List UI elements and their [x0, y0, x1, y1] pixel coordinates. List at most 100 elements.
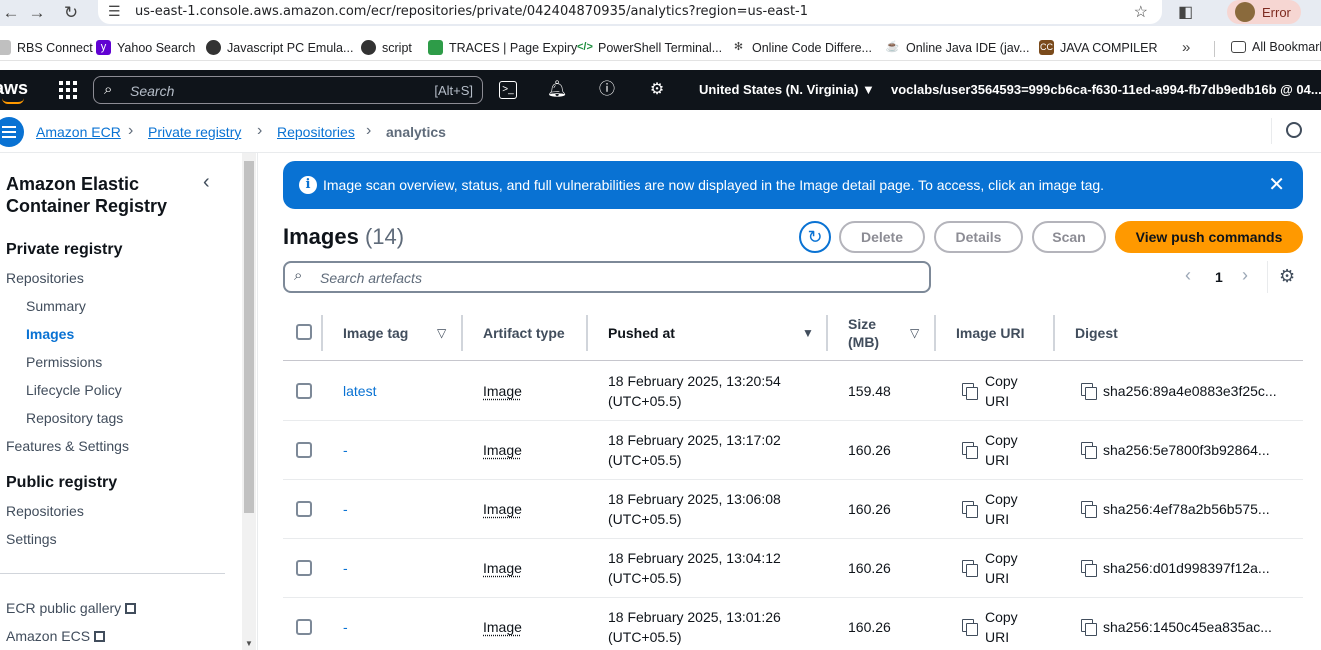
table-row: - Image 18 February 2025, 13:04:12 (UTC+0…: [283, 539, 1303, 598]
page-number[interactable]: 1: [1215, 269, 1223, 285]
copy-icon[interactable]: [962, 501, 978, 518]
settings-gear-icon[interactable]: ⚙: [646, 79, 668, 101]
bookmark-code-diff[interactable]: ✻ Online Code Differe...: [731, 40, 872, 55]
avatar: [1235, 2, 1255, 22]
pushed-at: 18 February 2025, 13:01:26 (UTC+05.5): [608, 609, 781, 645]
image-tag-link[interactable]: -: [343, 560, 348, 576]
sidebar-link-amazon-ecs[interactable]: Amazon ECS: [6, 628, 106, 644]
collapse-sidebar-icon[interactable]: ‹: [203, 171, 210, 194]
bookmark-java-compiler[interactable]: CC JAVA COMPILER: [1039, 40, 1157, 55]
column-artifact-type[interactable]: Artifact type: [483, 305, 565, 361]
bookmark-js-emulator[interactable]: Javascript PC Emula...: [206, 40, 353, 55]
sidebar-scrollbar[interactable]: ▼: [242, 153, 256, 650]
image-tag-link[interactable]: -: [343, 619, 348, 635]
close-icon[interactable]: ✕: [1268, 172, 1285, 197]
info-panel-icon[interactable]: [1286, 122, 1302, 138]
search-artefacts-input[interactable]: ⌕ Search artefacts: [283, 261, 931, 293]
image-tag-link[interactable]: latest: [343, 383, 376, 399]
bookmark-script[interactable]: script: [361, 40, 412, 55]
column-image-tag[interactable]: Image tag: [343, 305, 408, 361]
sidebar-item-public-settings[interactable]: Settings: [6, 531, 57, 547]
scrollbar-thumb[interactable]: [244, 161, 254, 513]
breadcrumb-repositories[interactable]: Repositories: [277, 124, 355, 140]
copy-icon[interactable]: [1081, 383, 1097, 400]
sort-icon[interactable]: ▽: [437, 326, 446, 340]
delete-button[interactable]: Delete: [839, 221, 925, 253]
sidebar-item-images[interactable]: Images: [26, 326, 74, 342]
sort-icon[interactable]: ▽: [910, 326, 919, 340]
copy-icon[interactable]: [1081, 619, 1097, 636]
chevron-left-icon[interactable]: ‹: [1185, 265, 1191, 286]
copy-icon[interactable]: [962, 383, 978, 400]
sidebar-item-public-repositories[interactable]: Repositories: [6, 503, 84, 519]
cloudshell-icon[interactable]: >_: [499, 81, 517, 99]
aws-logo[interactable]: aws: [0, 78, 34, 104]
reload-icon[interactable]: ↻: [60, 2, 82, 24]
profile-button[interactable]: Error: [1227, 0, 1301, 24]
services-grid-icon[interactable]: [59, 81, 77, 99]
search-icon: ⌕: [294, 267, 303, 284]
bookmark-java-ide[interactable]: ☕ Online Java IDE (jav...: [885, 40, 1029, 55]
copy-icon[interactable]: [1081, 560, 1097, 577]
flash-message: Image scan overview, status, and full vu…: [323, 177, 1105, 193]
sidebar-item-lifecycle-policy[interactable]: Lifecycle Policy: [26, 382, 122, 398]
copy-icon[interactable]: [962, 619, 978, 636]
code-icon: </>: [577, 40, 593, 55]
forward-arrow-icon[interactable]: →: [26, 2, 48, 24]
row-checkbox[interactable]: [296, 383, 312, 399]
breadcrumb-private-registry[interactable]: Private registry: [148, 124, 241, 140]
image-tag-link[interactable]: -: [343, 501, 348, 517]
breadcrumb-amazon-ecr[interactable]: Amazon ECR: [36, 124, 121, 140]
address-bar[interactable]: ☰ us-east-1.console.aws.amazon.com/ecr/r…: [98, 0, 1162, 24]
image-tag-link[interactable]: -: [343, 442, 348, 458]
row-checkbox[interactable]: [296, 619, 312, 635]
refresh-icon[interactable]: ↻: [799, 221, 831, 253]
bookmark-rbs[interactable]: RBS Connect: [0, 40, 93, 55]
select-all-checkbox[interactable]: [296, 324, 312, 340]
site-info-icon[interactable]: ☰: [108, 3, 121, 20]
copy-uri-button[interactable]: Copy URI: [985, 548, 1018, 588]
column-size[interactable]: Size (MB): [848, 305, 898, 361]
bookmark-yahoo[interactable]: y Yahoo Search: [96, 40, 195, 55]
back-arrow-icon[interactable]: ←: [0, 2, 22, 24]
scan-button[interactable]: Scan: [1032, 221, 1106, 253]
help-icon[interactable]: ⓘ: [596, 79, 618, 101]
sort-descending-icon[interactable]: ▼: [802, 326, 814, 340]
sidebar-item-repositories[interactable]: Repositories: [6, 270, 84, 286]
account-menu[interactable]: voclabs/user3564593=999cb6ca-f630-11ed-a…: [891, 82, 1321, 97]
region-selector[interactable]: United States (N. Virginia) ▼: [699, 82, 875, 97]
chevron-right-icon[interactable]: ›: [1242, 265, 1248, 286]
url-text[interactable]: us-east-1.console.aws.amazon.com/ecr/rep…: [135, 4, 808, 19]
sidebar-item-features-settings[interactable]: Features & Settings: [6, 438, 129, 454]
bookmarks-more-icon[interactable]: »: [1182, 39, 1190, 56]
row-checkbox[interactable]: [296, 501, 312, 517]
extensions-icon[interactable]: ◧: [1178, 2, 1193, 22]
copy-uri-button[interactable]: Copy URI: [985, 430, 1018, 470]
copy-icon[interactable]: [962, 442, 978, 459]
bookmark-powershell[interactable]: </> PowerShell Terminal...: [577, 40, 722, 55]
menu-toggle-icon[interactable]: [0, 117, 24, 147]
copy-uri-button[interactable]: Copy URI: [985, 607, 1018, 647]
copy-icon[interactable]: [962, 560, 978, 577]
row-checkbox[interactable]: [296, 560, 312, 576]
view-push-commands-button[interactable]: View push commands: [1115, 221, 1303, 253]
details-button[interactable]: Details: [934, 221, 1023, 253]
image-digest: sha256:1450c45ea835ac...: [1103, 619, 1272, 635]
all-bookmarks[interactable]: All Bookmarks: [1231, 40, 1321, 54]
copy-icon[interactable]: [1081, 442, 1097, 459]
row-checkbox[interactable]: [296, 442, 312, 458]
scroll-down-icon[interactable]: ▼: [245, 639, 253, 648]
copy-uri-button[interactable]: Copy URI: [985, 489, 1018, 529]
sidebar-item-summary[interactable]: Summary: [26, 298, 86, 314]
aws-search-input[interactable]: ⌕ Search [Alt+S]: [93, 76, 483, 104]
column-pushed-at[interactable]: Pushed at: [608, 305, 675, 361]
copy-icon[interactable]: [1081, 501, 1097, 518]
sidebar-item-repository-tags[interactable]: Repository tags: [26, 410, 123, 426]
bell-icon[interactable]: 🔔︎: [546, 79, 568, 101]
sidebar-link-ecr-public-gallery[interactable]: ECR public gallery: [6, 600, 137, 616]
preferences-gear-icon[interactable]: ⚙: [1279, 266, 1295, 287]
star-icon[interactable]: ☆: [1134, 2, 1148, 22]
bookmark-traces[interactable]: TRACES | Page Expiry: [428, 40, 577, 55]
copy-uri-button[interactable]: Copy URI: [985, 371, 1018, 411]
sidebar-item-permissions[interactable]: Permissions: [26, 354, 102, 370]
